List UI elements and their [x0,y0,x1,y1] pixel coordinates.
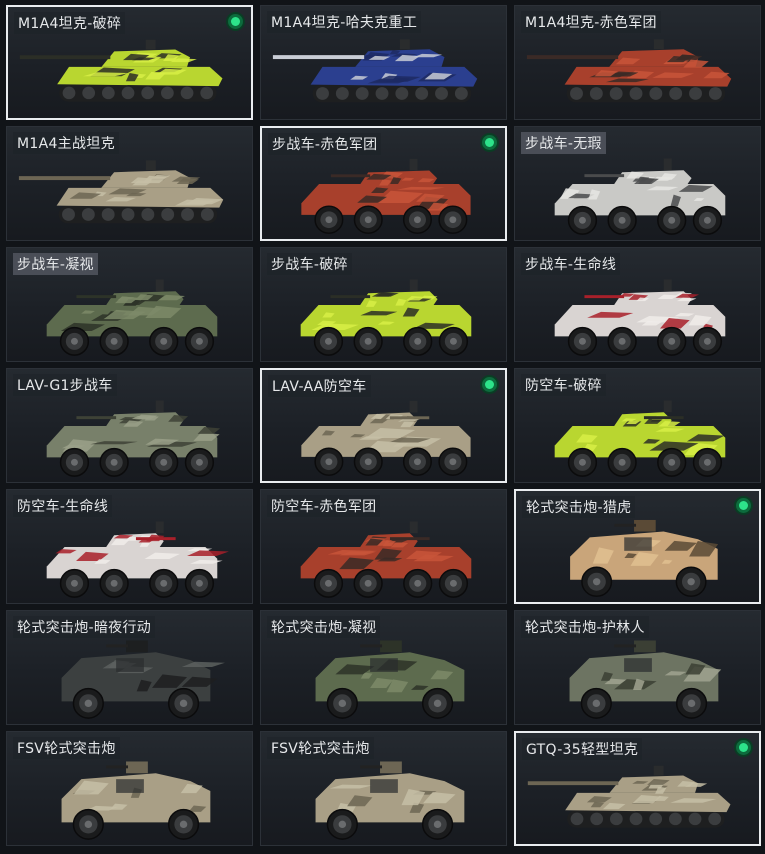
vehicle-card[interactable]: 步战车-赤色军团 [260,126,507,241]
vehicle-skin-grid: M1A4坦克-破碎 M1A4坦克-哈夫克重工 M1A4坦克-赤色军团 M1A4主战坦克… [6,5,761,850]
vehicle-card[interactable]: LAV-AA防空车 [260,368,507,483]
vehicle-name: 步战车-破碎 [267,253,352,275]
equipped-status-icon [736,740,751,755]
vehicle-name: 步战车-凝视 [13,253,98,275]
vehicle-name: 轮式突击炮-护林人 [521,616,649,638]
vehicle-card[interactable]: 防空车-破碎 [514,368,761,483]
vehicle-name: 步战车-赤色军团 [268,133,382,155]
vehicle-card[interactable]: GTQ-35轻型坦克 [514,731,761,846]
equipped-status-icon [228,14,243,29]
vehicle-card[interactable]: 轮式突击炮-护林人 [514,610,761,725]
vehicle-name: M1A4坦克-破碎 [14,12,126,34]
vehicle-name: LAV-AA防空车 [268,375,371,397]
vehicle-name: 轮式突击炮-暗夜行动 [13,616,156,638]
vehicle-card[interactable]: 轮式突击炮-猎虎 [514,489,761,604]
vehicle-card[interactable]: M1A4坦克-哈夫克重工 [260,5,507,120]
vehicle-name: 防空车-生命线 [13,495,113,517]
vehicle-card[interactable]: M1A4坦克-破碎 [6,5,253,120]
vehicle-name: 步战车-生命线 [521,253,621,275]
vehicle-name: M1A4坦克-赤色军团 [521,11,661,33]
vehicle-card[interactable]: M1A4坦克-赤色军团 [514,5,761,120]
vehicle-card[interactable]: 步战车-破碎 [260,247,507,362]
vehicle-card[interactable]: M1A4主战坦克 [6,126,253,241]
vehicle-card[interactable]: LAV-G1步战车 [6,368,253,483]
vehicle-card[interactable]: 步战车-生命线 [514,247,761,362]
vehicle-name: GTQ-35轻型坦克 [522,738,643,760]
vehicle-name: FSV轮式突击炮 [267,737,374,759]
vehicle-name: 轮式突击炮-猎虎 [522,496,636,518]
vehicle-card[interactable]: 防空车-赤色军团 [260,489,507,604]
vehicle-name: LAV-G1步战车 [13,374,117,396]
vehicle-name: 步战车-无瑕 [521,132,606,154]
vehicle-name: 防空车-赤色军团 [267,495,381,517]
vehicle-name: 轮式突击炮-凝视 [267,616,381,638]
vehicle-card[interactable]: 防空车-生命线 [6,489,253,604]
equipped-status-icon [482,135,497,150]
equipped-status-icon [482,377,497,392]
vehicle-card[interactable]: 轮式突击炮-暗夜行动 [6,610,253,725]
vehicle-name: 防空车-破碎 [521,374,606,396]
vehicle-card[interactable]: 步战车-无瑕 [514,126,761,241]
vehicle-card[interactable]: FSV轮式突击炮 [260,731,507,846]
equipped-status-icon [736,498,751,513]
vehicle-card[interactable]: 步战车-凝视 [6,247,253,362]
vehicle-name: M1A4主战坦克 [13,132,119,154]
vehicle-name: FSV轮式突击炮 [13,737,120,759]
vehicle-name: M1A4坦克-哈夫克重工 [267,11,422,33]
vehicle-card[interactable]: FSV轮式突击炮 [6,731,253,846]
vehicle-card[interactable]: 轮式突击炮-凝视 [260,610,507,725]
